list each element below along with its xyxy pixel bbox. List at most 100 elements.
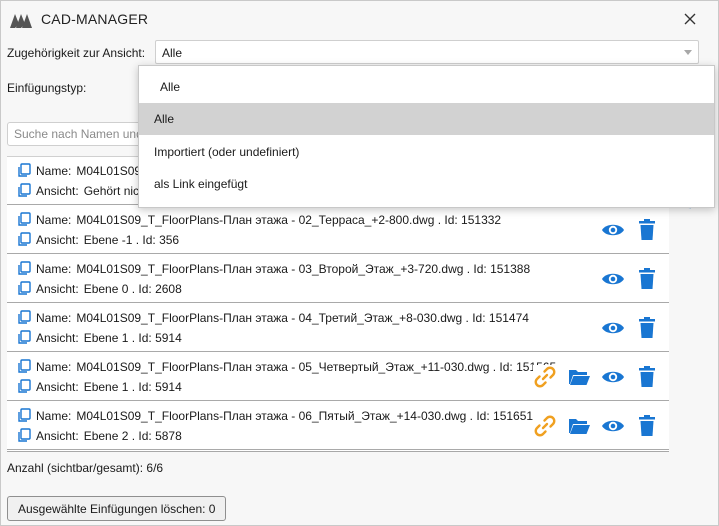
trash-icon <box>639 268 655 289</box>
name-key: Name: <box>36 311 72 325</box>
folder-icon <box>569 370 590 385</box>
name-key: Name: <box>36 360 72 374</box>
view-button[interactable] <box>601 365 625 389</box>
visible-count: Anzahl (sichtbar/gesamt): 6/6 <box>7 461 164 475</box>
insert-type-label: Einfügungstyp: <box>7 81 87 95</box>
view-filter-label: Zugehörigkeit zur Ansicht: <box>7 46 146 60</box>
copy-icon[interactable] <box>17 359 31 374</box>
copy-icon[interactable] <box>17 261 31 276</box>
row-name: M04L01S09_T_FloorPlans-План этажа - 06_П… <box>76 409 534 423</box>
open-folder-button[interactable] <box>567 365 591 389</box>
view-key: Ansicht: <box>36 184 79 198</box>
copy-icon[interactable] <box>17 281 31 296</box>
row-name: M04L01S09_T_FloorPlans-План этажа - 05_Ч… <box>76 360 557 374</box>
dropdown-option-linked[interactable]: als Link eingefügt <box>139 168 714 200</box>
view-button[interactable] <box>601 267 625 291</box>
copy-icon[interactable] <box>17 163 31 178</box>
link-button[interactable] <box>533 414 557 438</box>
delete-button[interactable] <box>635 316 659 340</box>
row-name: M04L01S09_T_FloorPlans-План этажа - 03_В… <box>76 262 531 276</box>
dropdown-option-label: Alle <box>154 112 175 126</box>
row-view: Ebene 0 . Id: 2608 <box>83 282 182 296</box>
delete-selected-button[interactable]: Ausgewählte Einfügungen löschen: 0 <box>7 496 227 521</box>
copy-icon[interactable] <box>17 232 31 247</box>
trash-icon <box>639 317 655 338</box>
delete-button[interactable] <box>635 365 659 389</box>
search-input[interactable] <box>7 122 157 146</box>
view-key: Ansicht: <box>36 380 79 394</box>
row-actions <box>601 316 659 340</box>
window-title: CAD-MANAGER <box>41 11 149 27</box>
copy-icon[interactable] <box>17 428 31 443</box>
close-button[interactable] <box>680 9 700 29</box>
table-row[interactable]: Name: M04L01S09_T_FloorPlans-План этажа -… <box>7 304 669 352</box>
table-row[interactable]: Name: M04L01S09_T_FloorPlans-План этажа -… <box>7 402 669 450</box>
row-view-line: Ansicht: Ebene 2 . Id: 5878 <box>17 428 182 444</box>
row-view: Ebene -1 . Id: 356 <box>83 233 180 247</box>
view-key: Ansicht: <box>36 429 79 443</box>
view-key: Ansicht: <box>36 331 79 345</box>
view-button[interactable] <box>601 414 625 438</box>
trash-icon <box>639 219 655 240</box>
app-logo-icon <box>10 14 32 28</box>
dropdown-option-imported[interactable]: Importiert (oder undefiniert) <box>139 136 714 168</box>
view-button[interactable] <box>601 316 625 340</box>
row-view: Ebene 1 . Id: 5914 <box>83 380 182 394</box>
table-row[interactable]: Name: M04L01S09_T_FloorPlans-План этажа -… <box>7 206 669 254</box>
close-icon <box>684 13 696 25</box>
title-bar: CAD-MANAGER <box>1 1 718 37</box>
row-view: Ebene 2 . Id: 5878 <box>83 429 182 443</box>
delete-button[interactable] <box>635 414 659 438</box>
name-key: Name: <box>36 213 72 227</box>
name-key: Name: <box>36 409 72 423</box>
row-view-line: Ansicht: Ebene 0 . Id: 2608 <box>17 281 182 297</box>
row-name: M04L01S09_T_FloorPlans-План этажа - 02_Т… <box>76 213 502 227</box>
row-actions <box>601 267 659 291</box>
row-name-line: Name: M04L01S09_T_FloorPlans-План этажа -… <box>17 408 533 424</box>
copy-icon[interactable] <box>17 212 31 227</box>
delete-button[interactable] <box>635 218 659 242</box>
view-button[interactable] <box>601 218 625 242</box>
copy-icon[interactable] <box>17 379 31 394</box>
link-icon <box>534 366 556 388</box>
view-filter-value: Alle <box>162 46 183 60</box>
row-view-line: Ansicht: Ebene -1 . Id: 356 <box>17 232 179 248</box>
row-view-line: Ansicht: Ebene 1 . Id: 5914 <box>17 330 182 346</box>
copy-icon[interactable] <box>17 183 31 198</box>
dropdown-option-label: Alle <box>160 80 181 94</box>
view-key: Ansicht: <box>36 233 79 247</box>
dropdown-option-all-header[interactable]: Alle <box>139 71 714 103</box>
folder-icon <box>569 419 590 434</box>
row-actions <box>601 218 659 242</box>
link-button[interactable] <box>533 365 557 389</box>
insert-type-dropdown: Alle Alle Importiert (oder undefiniert) … <box>138 65 715 208</box>
dropdown-option-label: als Link eingefügt <box>154 177 248 191</box>
dropdown-option-label: Importiert (oder undefiniert) <box>154 145 300 159</box>
table-row[interactable]: Name: M04L01S09_T_FloorPlans-План этажа -… <box>7 255 669 303</box>
name-key: Name: <box>36 262 72 276</box>
delete-button[interactable] <box>635 267 659 291</box>
view-filter-select[interactable]: Alle <box>155 40 699 64</box>
row-view: Ebene 1 . Id: 5914 <box>83 331 182 345</box>
row-name-line: Name: M04L01S09_T_FloorPlans-План этажа -… <box>17 261 530 277</box>
copy-icon[interactable] <box>17 310 31 325</box>
name-key: Name: <box>36 164 72 178</box>
row-name-line: Name: M04L01S09_T_FloorPlans-План этажа -… <box>17 310 529 326</box>
row-actions <box>533 414 659 438</box>
row-view-line: Ansicht: Ebene 1 . Id: 5914 <box>17 379 182 395</box>
table-row[interactable]: Name: M04L01S09_T_FloorPlans-План этажа -… <box>7 353 669 401</box>
trash-icon <box>639 366 655 387</box>
open-folder-button[interactable] <box>567 414 591 438</box>
chevron-down-icon <box>684 50 692 55</box>
copy-icon[interactable] <box>17 330 31 345</box>
cad-manager-window: CAD-MANAGER Zugehörigkeit zur Ansicht: A… <box>0 0 719 526</box>
view-key: Ansicht: <box>36 282 79 296</box>
copy-icon[interactable] <box>17 408 31 423</box>
dropdown-option-all[interactable]: Alle <box>139 103 714 135</box>
row-name-line: Name: M04L01S09_T_FloorPlans-План этажа -… <box>17 359 556 375</box>
eye-icon <box>602 371 624 383</box>
trash-icon <box>639 415 655 436</box>
link-icon <box>534 415 556 437</box>
eye-icon <box>602 322 624 334</box>
row-actions <box>533 365 659 389</box>
